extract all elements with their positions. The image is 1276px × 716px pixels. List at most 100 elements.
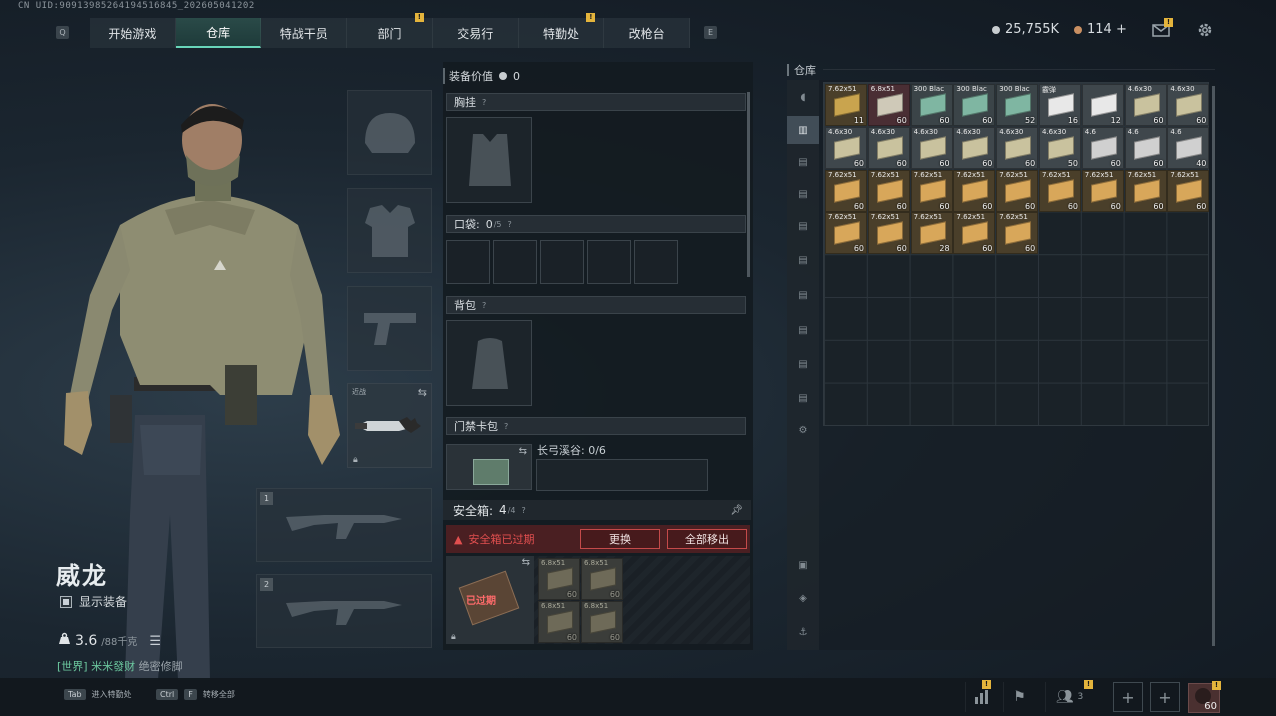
primary-weapon-slot-2[interactable]: 2 xyxy=(256,574,432,648)
armor-slot[interactable] xyxy=(347,188,432,273)
ammo-item[interactable]: 7.62x51 60 xyxy=(825,169,867,212)
gear-icon[interactable] xyxy=(1195,20,1215,40)
ammo-item[interactable]: 12 xyxy=(1081,84,1124,126)
container-icon[interactable]: ▣ xyxy=(793,555,813,575)
filter-icon[interactable]: ▤ xyxy=(793,320,813,340)
sort-icon[interactable]: ⚓︎ xyxy=(793,622,813,642)
backpack-slot[interactable] xyxy=(446,320,532,406)
settings-filter-icon[interactable]: ⚙ xyxy=(793,420,813,440)
ammo-item[interactable]: 4.6x30 60 xyxy=(910,126,953,169)
safe-ammo-item[interactable]: 6.8x51 60 xyxy=(581,601,623,643)
flag-icon[interactable]: ⚑ xyxy=(1003,682,1035,712)
chest-rig-slot[interactable] xyxy=(446,117,532,203)
ammo-item[interactable]: 7.62x51 60 xyxy=(1124,169,1167,212)
pocket-slot[interactable] xyxy=(634,240,678,284)
tab-6[interactable]: 改枪台 xyxy=(604,18,691,48)
silver-currency[interactable]: 25,755K xyxy=(992,22,1059,37)
filter-icon[interactable]: ▤ xyxy=(793,388,813,408)
list-icon[interactable]: ☰ xyxy=(149,634,161,649)
bronze-currency[interactable]: 114 + xyxy=(1074,22,1127,37)
keycard-grid[interactable] xyxy=(536,459,708,491)
helmet-slot[interactable] xyxy=(347,90,432,175)
ammo-item[interactable]: 7.62x51 60 xyxy=(867,212,910,255)
swap-icon[interactable]: ⇆ xyxy=(519,446,527,457)
hint-enter-special[interactable]: Tab 进入特勤处 xyxy=(64,689,132,700)
ammo-item[interactable]: 7.62x51 60 xyxy=(953,169,996,212)
swap-icon[interactable]: ⇆ xyxy=(418,386,427,399)
loadout-scrollbar[interactable] xyxy=(747,92,750,277)
ammo-item[interactable]: 7.62x51 28 xyxy=(910,212,953,255)
safe-ammo-item[interactable]: 6.8x51 60 xyxy=(538,601,580,643)
ammo-item[interactable]: 300 Blac 60 xyxy=(910,84,953,126)
show-equipment-checkbox[interactable] xyxy=(60,595,72,608)
ammo-item[interactable]: 4.6x30 50 xyxy=(1039,126,1081,169)
ammo-item[interactable]: 4.6x30 60 xyxy=(867,126,910,169)
ammo-item[interactable]: 4.6x30 60 xyxy=(1167,84,1210,126)
ammo-item[interactable]: 霰弹 16 xyxy=(1039,84,1081,126)
show-equipment-toggle[interactable]: 显示装备 xyxy=(60,593,127,610)
filter-icon[interactable]: ▤ xyxy=(793,354,813,374)
pocket-slot[interactable] xyxy=(493,240,537,284)
ammo-item[interactable]: 7.62x51 60 xyxy=(1081,169,1124,212)
filter-icon[interactable]: ▤ xyxy=(793,250,813,270)
warehouse-grid[interactable]: 7.62x51 11 6.8x51 60 300 Blac 60 300 Blac 60 300… xyxy=(823,82,1210,426)
ammo-item[interactable]: 7.62x51 11 xyxy=(825,84,867,126)
filter-icon[interactable]: ▤ xyxy=(793,216,813,236)
ammo-item[interactable]: 7.62x51 60 xyxy=(996,169,1039,212)
help-icon[interactable]: ? xyxy=(504,422,508,431)
tab-5[interactable]: 特勤处! xyxy=(519,13,605,48)
ammo-item[interactable]: 4.6x30 60 xyxy=(825,126,867,169)
filter-icon[interactable]: ▤ xyxy=(793,152,813,172)
keycard-slot[interactable]: ⇆ xyxy=(446,444,532,490)
tab-0[interactable]: 开始游戏 xyxy=(90,18,176,48)
safe-ammo-item[interactable]: 6.8x51 60 xyxy=(538,558,580,600)
pocket-slot[interactable] xyxy=(540,240,584,284)
safe-ammo-item[interactable]: 6.8x51 60 xyxy=(581,558,623,600)
ammo-item[interactable]: 4.6x30 60 xyxy=(1124,84,1167,126)
melee-slot[interactable]: 近战 ⇆ 🔒︎ xyxy=(347,383,432,468)
help-icon[interactable]: ? xyxy=(521,506,525,515)
ammo-item[interactable]: 7.62x51 60 xyxy=(996,212,1039,255)
ammo-item[interactable]: 4.6 40 xyxy=(1167,126,1210,169)
add-teammate-button[interactable]: + xyxy=(1113,682,1143,712)
stats-icon[interactable]: ! xyxy=(965,680,997,712)
add-teammate-button[interactable]: + xyxy=(1150,682,1180,712)
ammo-item[interactable]: 7.62x51 60 xyxy=(910,169,953,212)
help-icon[interactable]: ? xyxy=(508,220,512,229)
ammo-item[interactable]: 4.6x30 60 xyxy=(996,126,1039,169)
hint-transfer-all[interactable]: Ctrl F 转移全部 xyxy=(156,689,235,700)
layers-icon[interactable]: ◈ xyxy=(793,588,813,608)
ammo-item[interactable]: 7.62x51 60 xyxy=(825,212,867,255)
tab-1[interactable]: 仓库 xyxy=(175,18,262,48)
avatar[interactable]: 60 ! xyxy=(1188,681,1221,713)
safe-box-slot[interactable]: ⇆ 已过期 🔒︎ xyxy=(446,556,534,644)
ammo-item[interactable]: 7.62x51 60 xyxy=(1039,169,1081,212)
tab-2[interactable]: 特战干员 xyxy=(261,18,348,48)
tab-4[interactable]: 交易行 xyxy=(433,18,519,48)
warehouse-scrollbar[interactable] xyxy=(1212,86,1215,646)
pocket-slot[interactable] xyxy=(587,240,631,284)
ammo-item[interactable]: 7.62x51 60 xyxy=(867,169,910,212)
ammo-item[interactable]: 4.6 60 xyxy=(1124,126,1167,169)
filter-icon[interactable]: ▤ xyxy=(793,184,813,204)
ammo-filter-icon[interactable]: ▥ xyxy=(787,116,819,144)
ammo-item[interactable]: 300 Blac 60 xyxy=(953,84,996,126)
swap-icon[interactable]: ⇆ xyxy=(522,557,530,568)
ammo-item[interactable]: 4.6x30 60 xyxy=(953,126,996,169)
mail-icon[interactable]: ! xyxy=(1151,18,1173,40)
pistol-slot[interactable] xyxy=(347,286,432,371)
pocket-slot[interactable] xyxy=(446,240,490,284)
team-button[interactable]: 👥︎ 3 ! xyxy=(1045,680,1093,712)
primary-weapon-slot-1[interactable]: 1 xyxy=(256,488,432,562)
replace-button[interactable]: 更换 xyxy=(580,529,660,549)
ammo-item[interactable]: 300 Blac 52 xyxy=(996,84,1039,126)
move-all-button[interactable]: 全部移出 xyxy=(667,529,747,549)
help-icon[interactable]: ? xyxy=(482,98,486,107)
ammo-item[interactable]: 7.62x51 60 xyxy=(953,212,996,255)
pin-icon[interactable]: 📌︎ xyxy=(730,505,743,516)
tab-3[interactable]: 部门! xyxy=(347,13,433,48)
ammo-item[interactable]: 4.6 60 xyxy=(1081,126,1124,169)
ammo-item[interactable]: 7.62x51 60 xyxy=(1167,169,1210,212)
filter-icon[interactable]: ▤ xyxy=(793,285,813,305)
help-icon[interactable]: ? xyxy=(482,301,486,310)
